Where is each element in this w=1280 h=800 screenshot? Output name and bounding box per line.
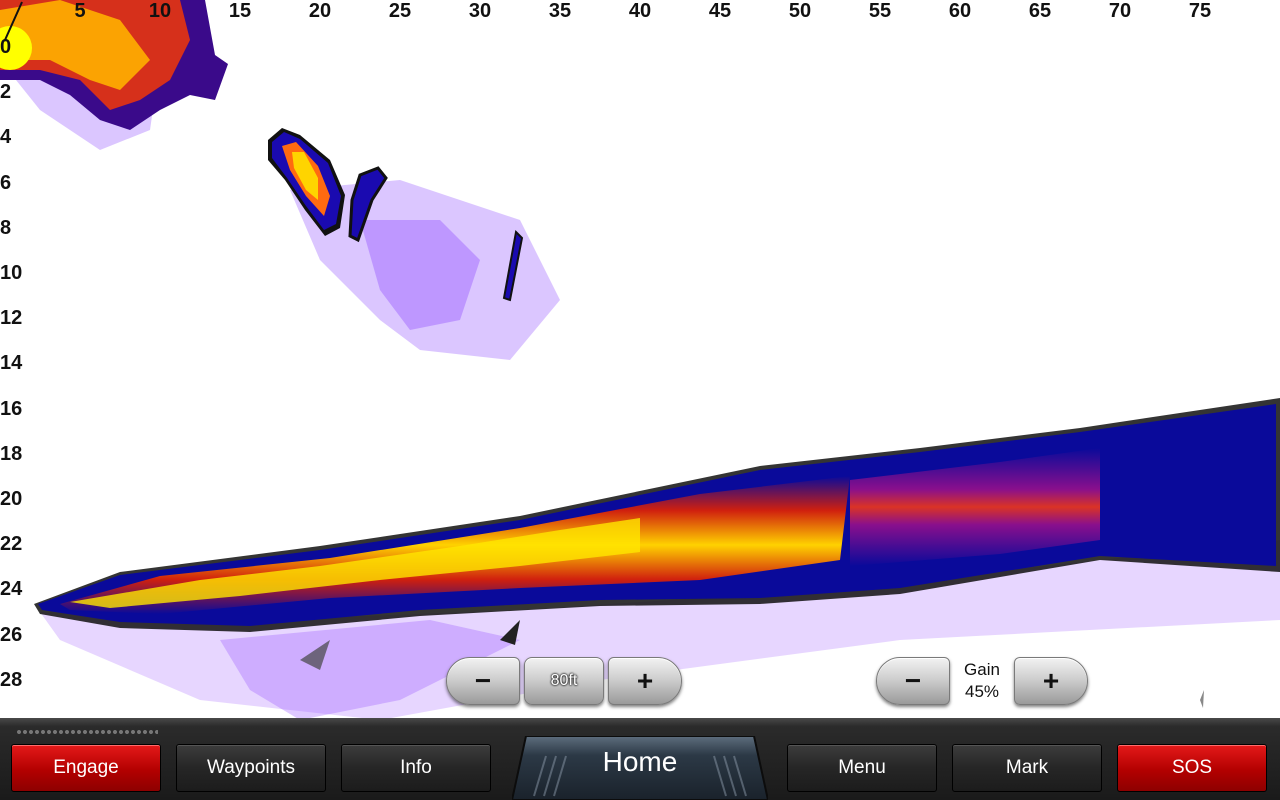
distance-tick-label: 25 [388, 0, 412, 22]
plus-icon: + [1042, 665, 1060, 696]
range-value: 80ft [550, 672, 578, 689]
depth-tick-label: 18 [0, 442, 23, 465]
distance-tick-label: 15 [228, 0, 252, 22]
depth-tick-label: 22 [0, 533, 23, 556]
waypoints-button[interactable]: Waypoints [176, 744, 326, 792]
distance-tick-label: 50 [788, 0, 812, 22]
depth-tick-label: 4 [0, 126, 12, 149]
distance-tick-label: 70 [1108, 0, 1132, 22]
gain-value: 45% [964, 682, 1000, 701]
depth-tick-label: 20 [0, 488, 23, 510]
distance-tick-label: 5 [74, 0, 86, 22]
distance-tick-label: 65 [1028, 0, 1052, 22]
depth-tick-label: 12 [0, 307, 23, 330]
gain-plus-button[interactable]: + [1014, 657, 1088, 705]
depth-tick-label: 6 [0, 171, 12, 194]
gain-label: Gain [964, 660, 1000, 679]
mark-button[interactable]: Mark [952, 744, 1102, 792]
depth-tick-label: 26 [0, 623, 23, 646]
sonar-view[interactable]: 5 10 15 20 25 30 35 40 45 50 55 60 65 70 75 0 2 4 6 8 10 12 1… [0, 0, 1280, 720]
page-indicator [16, 728, 158, 736]
distance-tick-label: 75 [1188, 0, 1212, 22]
sos-button[interactable]: SOS [1117, 744, 1267, 792]
distance-tick-label: 40 [628, 0, 652, 22]
distance-tick-label: 30 [468, 0, 492, 22]
range-value-button[interactable]: 80ft [524, 657, 604, 705]
distance-tick-label: 55 [868, 0, 892, 22]
depth-tick-label: 0 [0, 36, 12, 58]
engage-button[interactable]: Engage [11, 744, 161, 792]
range-minus-button[interactable]: − [446, 657, 520, 705]
depth-tick-label: 10 [0, 262, 23, 284]
sonar-returns [0, 0, 1280, 720]
range-control: − 80ft + [446, 656, 682, 706]
distance-tick-label: 35 [548, 0, 572, 22]
minus-icon: − [904, 665, 922, 696]
gain-readout: Gain 45% [950, 659, 1014, 703]
depth-tick-label: 16 [0, 397, 23, 420]
distance-tick-label: 10 [148, 0, 172, 22]
distance-tick-label: 45 [708, 0, 732, 22]
menu-button[interactable]: Menu [787, 744, 937, 792]
distance-tick-label: 20 [308, 0, 332, 22]
minus-icon: − [474, 665, 492, 696]
depth-tick-label: 2 [0, 81, 12, 104]
depth-tick-label: 14 [0, 352, 23, 375]
depth-tick-label: 8 [0, 216, 12, 239]
clutter-streak [1200, 690, 1204, 708]
info-button[interactable]: Info [341, 744, 491, 792]
depth-tick-label: 24 [0, 578, 23, 601]
range-plus-button[interactable]: + [608, 657, 682, 705]
gain-control: − Gain 45% + [876, 656, 1088, 706]
depth-tick-label: 28 [0, 668, 23, 691]
home-label: Home [602, 746, 678, 777]
gain-minus-button[interactable]: − [876, 657, 950, 705]
plus-icon: + [636, 665, 654, 696]
home-button[interactable]: Home [512, 736, 768, 800]
distance-tick-label: 60 [948, 0, 972, 22]
